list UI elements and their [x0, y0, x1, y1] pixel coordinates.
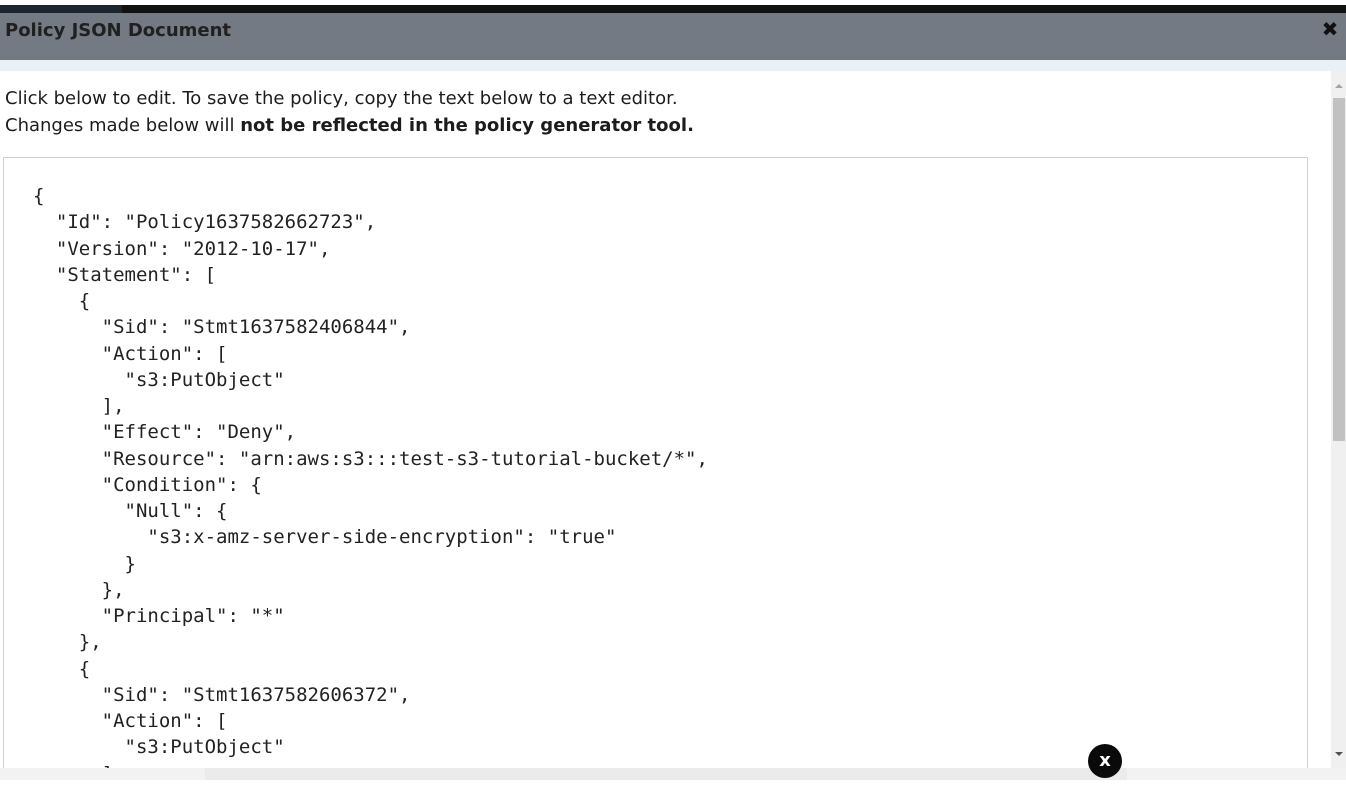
instructions-line-1: Click below to edit. To save the policy,… [5, 88, 678, 109]
instructions-line-2-prefix: Changes made below will [5, 115, 241, 136]
instructions: Click below to edit. To save the policy,… [5, 85, 694, 139]
scroll-up-arrow-icon[interactable] [1335, 84, 1343, 88]
scrollbar-thumb[interactable] [1333, 98, 1345, 441]
header-divider [0, 60, 1346, 71]
dialog-body: Click below to edit. To save the policy,… [0, 71, 1331, 768]
dialog-title: Policy JSON Document [5, 20, 232, 41]
scroll-down-arrow-icon[interactable] [1335, 752, 1343, 756]
instructions-line-2: Changes made below will not be reflected… [5, 112, 694, 139]
top-dark-bar-accent [0, 5, 122, 13]
overlay-close-button[interactable]: x [1088, 744, 1122, 778]
instructions-line-2-bold: not be reflected in the policy generator… [240, 115, 694, 136]
policy-json-text[interactable]: { "Id": "Policy1637582662723", "Version"… [33, 183, 708, 768]
bottom-margin [0, 780, 1346, 794]
policy-json-editor[interactable]: { "Id": "Policy1637582662723", "Version"… [3, 157, 1308, 768]
top-dark-bar [0, 5, 1346, 13]
policy-json-dialog-page: Policy JSON Document ✖ Click below to ed… [0, 0, 1346, 794]
close-icon[interactable]: ✖ [1320, 18, 1340, 40]
bottom-bar-inner [205, 768, 1127, 780]
